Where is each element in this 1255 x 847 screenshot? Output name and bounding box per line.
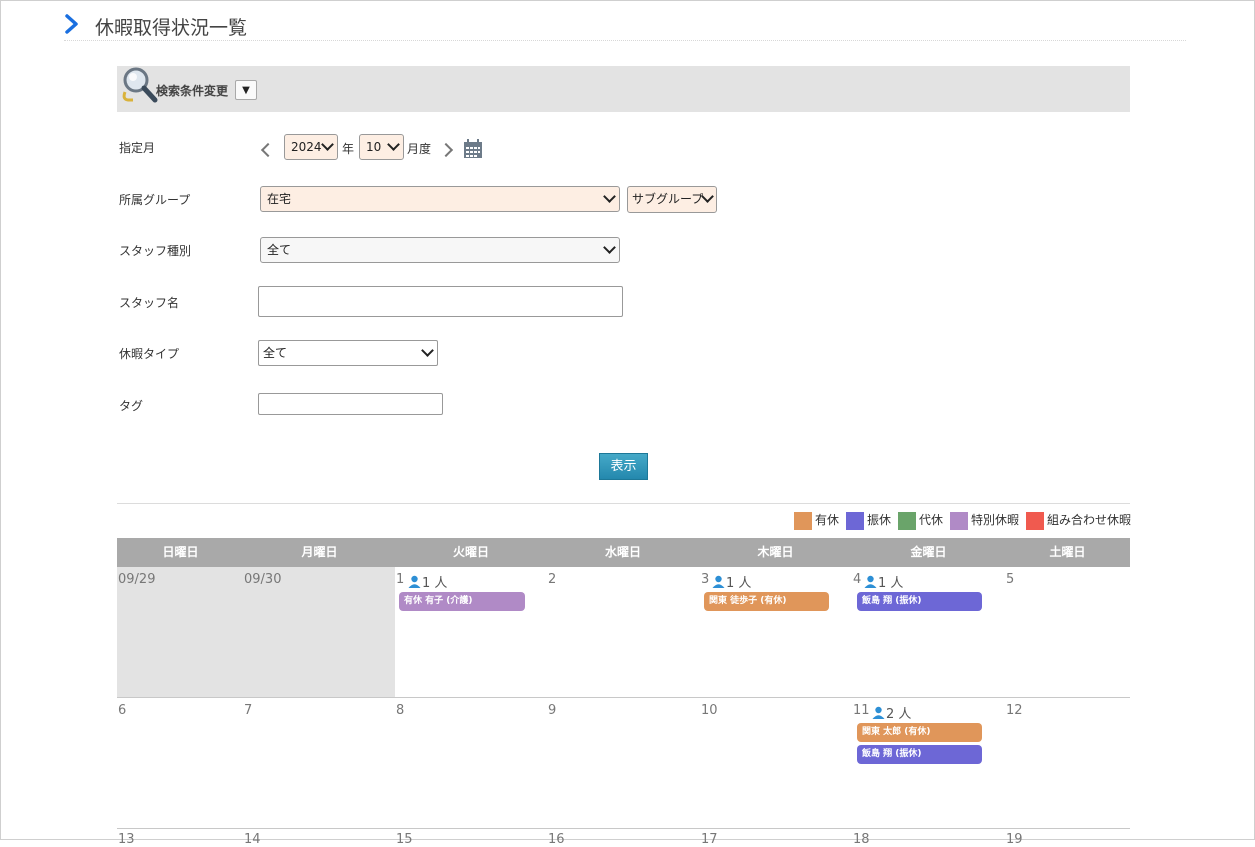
- day-number: 3: [701, 572, 710, 587]
- staff-type-label: スタッフ種別: [119, 244, 192, 258]
- day-number: 9: [548, 703, 557, 718]
- year-unit: 年: [342, 142, 355, 156]
- staff-count-text: 1 人: [422, 576, 448, 591]
- staff-type-value: 全て: [267, 243, 292, 257]
- staff-count: 1 人: [712, 572, 751, 591]
- legend-label: 代休: [919, 513, 944, 527]
- day-number: 6: [118, 703, 127, 718]
- month-value: 10: [366, 140, 382, 154]
- divider: [117, 503, 1130, 504]
- legend-item-combined-leave: 組み合わせ休暇: [1026, 511, 1132, 530]
- day-number: 12: [1006, 703, 1023, 718]
- person-icon: [872, 706, 885, 719]
- person-icon: [408, 575, 421, 588]
- day-number: 09/30: [244, 572, 282, 587]
- weekday-tuesday: 火曜日: [452, 545, 489, 559]
- staff-type-select[interactable]: 全て: [260, 237, 620, 263]
- search-toggle-button[interactable]: ▼: [235, 80, 257, 100]
- group-value: 在宅: [267, 192, 292, 206]
- staff-count: 2 人: [872, 703, 911, 722]
- combined-leave-swatch: [1026, 511, 1044, 530]
- group-select[interactable]: 在宅: [260, 186, 620, 212]
- weekday-thursday: 木曜日: [757, 545, 794, 559]
- year-select[interactable]: 2024: [284, 134, 338, 160]
- staff-count: 1 人: [864, 572, 903, 591]
- tag-label: タグ: [119, 399, 144, 413]
- leave-event[interactable]: 飯島 翔 (振休): [857, 592, 982, 611]
- leave-event[interactable]: 関東 徒歩子 (有休): [704, 592, 829, 611]
- staff-count-text: 1 人: [878, 576, 904, 591]
- weekday-friday: 金曜日: [910, 545, 947, 559]
- legend-label: 振休: [867, 513, 892, 527]
- day-number: 5: [1006, 572, 1015, 587]
- legend-label: 組み合わせ休暇: [1047, 513, 1132, 527]
- staff-count-text: 1 人: [726, 576, 752, 591]
- leave-event[interactable]: 関東 太郎 (有休): [857, 723, 982, 742]
- staff-count: 1 人: [408, 572, 447, 591]
- tag-input[interactable]: [258, 393, 443, 415]
- staff-name-label: スタッフ名: [119, 296, 180, 310]
- month-select[interactable]: 10: [359, 134, 404, 160]
- subgroup-value: サブグループ: [632, 192, 704, 206]
- year-value: 2024: [291, 140, 322, 154]
- leave-type-value: 全て: [263, 346, 288, 360]
- group-label: 所属グループ: [119, 193, 191, 207]
- subgroup-select[interactable]: サブグループ: [627, 186, 717, 213]
- weekday-sunday: 日曜日: [162, 545, 199, 559]
- show-button[interactable]: 表示: [599, 453, 648, 480]
- day-number: 7: [244, 703, 253, 718]
- leave-type-label: 休暇タイプ: [119, 347, 180, 361]
- person-icon: [864, 575, 877, 588]
- window-frame: [0, 0, 1255, 840]
- week-divider: [117, 828, 1130, 829]
- paid-leave-swatch: [794, 511, 812, 530]
- weekday-saturday: 土曜日: [1049, 545, 1086, 559]
- staff-count-text: 2 人: [886, 707, 912, 722]
- calendar-header: 日曜日 月曜日 火曜日 水曜日 木曜日 金曜日 土曜日: [117, 538, 1130, 567]
- legend-item-compensatory-leave: 代休: [898, 511, 944, 530]
- substitute-holiday-swatch: [846, 511, 864, 530]
- month-label: 指定月: [119, 141, 156, 155]
- page-title: 休暇取得状況一覧: [95, 17, 248, 39]
- person-icon: [712, 575, 725, 588]
- week-divider: [117, 697, 1130, 698]
- weekday-monday: 月曜日: [301, 545, 338, 559]
- page-header: 休暇取得状況一覧: [64, 12, 1186, 41]
- legend-item-paid-leave: 有休: [794, 511, 840, 530]
- special-leave-swatch: [950, 511, 968, 530]
- legend-item-special-leave: 特別休暇: [950, 511, 1020, 530]
- day-number: 1: [396, 572, 405, 587]
- day-number: 09/29: [118, 572, 156, 587]
- legend-item-substitute-holiday: 振休: [846, 511, 892, 530]
- day-number: 4: [853, 572, 862, 587]
- leave-event[interactable]: 有休 有子 (介護): [399, 592, 525, 611]
- leave-event[interactable]: 飯島 翔 (振休): [857, 745, 982, 764]
- day-number: 2: [548, 572, 557, 587]
- search-condition-bar: 検索条件変更 ▼: [117, 66, 1130, 112]
- magnifier-icon: [122, 67, 158, 103]
- staff-name-input[interactable]: [258, 286, 623, 317]
- calendar-icon[interactable]: [464, 139, 482, 158]
- compensatory-leave-swatch: [898, 511, 916, 530]
- day-number: 11: [853, 703, 870, 718]
- leave-type-select[interactable]: 全て: [258, 340, 438, 366]
- day-number: 8: [396, 703, 405, 718]
- legend-label: 有休: [815, 513, 840, 527]
- month-unit: 月度: [407, 142, 432, 156]
- day-number: 10: [701, 703, 718, 718]
- legend-label: 特別休暇: [971, 513, 1020, 527]
- chevron-right-icon: [65, 14, 78, 34]
- weekday-wednesday: 水曜日: [604, 545, 641, 559]
- search-condition-label[interactable]: 検索条件変更: [156, 82, 228, 99]
